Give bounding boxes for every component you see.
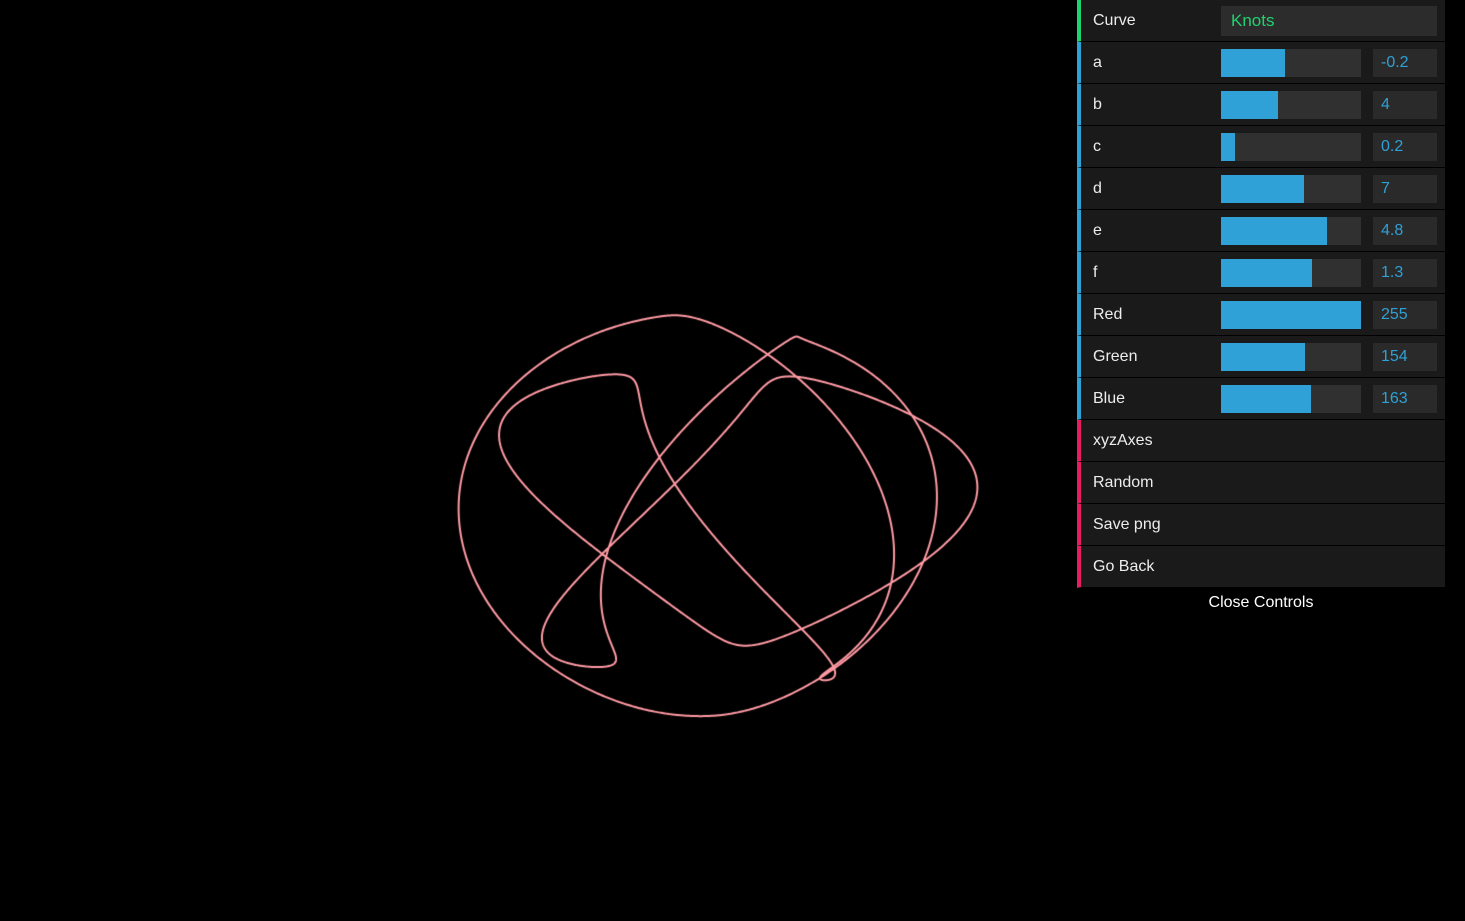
curve-select-value: Knots: [1231, 11, 1274, 30]
slider-track[interactable]: [1221, 385, 1361, 413]
slider-fill: [1221, 175, 1304, 203]
number-input-c[interactable]: [1373, 133, 1437, 161]
slider-track[interactable]: [1221, 301, 1361, 329]
number-input-a[interactable]: [1373, 49, 1437, 77]
number-input-f[interactable]: [1373, 259, 1437, 287]
slider-track[interactable]: [1221, 343, 1361, 371]
slider-row-green: Green: [1077, 336, 1445, 378]
slider-rows: a b c d e f: [1077, 42, 1445, 420]
curve-select-label: Curve: [1093, 0, 1221, 42]
slider-row-a: a: [1077, 42, 1445, 84]
number-input-b[interactable]: [1373, 91, 1437, 119]
slider-track[interactable]: [1221, 217, 1361, 245]
number-input-green[interactable]: [1373, 343, 1437, 371]
slider-label-green: Green: [1093, 336, 1221, 378]
close-controls-button[interactable]: Close Controls: [1077, 588, 1445, 617]
curve-select[interactable]: Knots: [1221, 6, 1437, 36]
slider-label-f: f: [1093, 252, 1221, 294]
slider-fill: [1221, 385, 1311, 413]
slider-row-e: e: [1077, 210, 1445, 252]
slider-track[interactable]: [1221, 49, 1361, 77]
viewport: Curve Knots a b c d e: [0, 0, 1465, 921]
slider-row-f: f: [1077, 252, 1445, 294]
slider-row-red: Red: [1077, 294, 1445, 336]
curve-select-row: Curve Knots: [1077, 0, 1445, 42]
slider-fill: [1221, 133, 1235, 161]
slider-row-d: d: [1077, 168, 1445, 210]
number-input-blue[interactable]: [1373, 385, 1437, 413]
slider-label-c: c: [1093, 126, 1221, 168]
slider-fill: [1221, 343, 1305, 371]
slider-label-blue: Blue: [1093, 378, 1221, 420]
slider-label-b: b: [1093, 84, 1221, 126]
button-rows: xyzAxes Random Save png Go Back: [1077, 420, 1445, 588]
button-go-back[interactable]: Go Back: [1077, 546, 1445, 588]
slider-label-red: Red: [1093, 294, 1221, 336]
slider-fill: [1221, 217, 1327, 245]
slider-label-d: d: [1093, 168, 1221, 210]
number-input-e[interactable]: [1373, 217, 1437, 245]
slider-label-a: a: [1093, 42, 1221, 84]
slider-track[interactable]: [1221, 175, 1361, 203]
slider-fill: [1221, 91, 1278, 119]
number-input-d[interactable]: [1373, 175, 1437, 203]
button-xyzaxes[interactable]: xyzAxes: [1077, 420, 1445, 462]
number-input-red[interactable]: [1373, 301, 1437, 329]
slider-track[interactable]: [1221, 133, 1361, 161]
slider-row-b: b: [1077, 84, 1445, 126]
slider-label-e: e: [1093, 210, 1221, 252]
slider-fill: [1221, 49, 1285, 77]
slider-row-blue: Blue: [1077, 378, 1445, 420]
slider-track[interactable]: [1221, 259, 1361, 287]
button-save-png[interactable]: Save png: [1077, 504, 1445, 546]
controls-panel: Curve Knots a b c d e: [1077, 0, 1445, 617]
slider-fill: [1221, 259, 1312, 287]
button-random[interactable]: Random: [1077, 462, 1445, 504]
slider-row-c: c: [1077, 126, 1445, 168]
slider-fill: [1221, 301, 1361, 329]
slider-track[interactable]: [1221, 91, 1361, 119]
